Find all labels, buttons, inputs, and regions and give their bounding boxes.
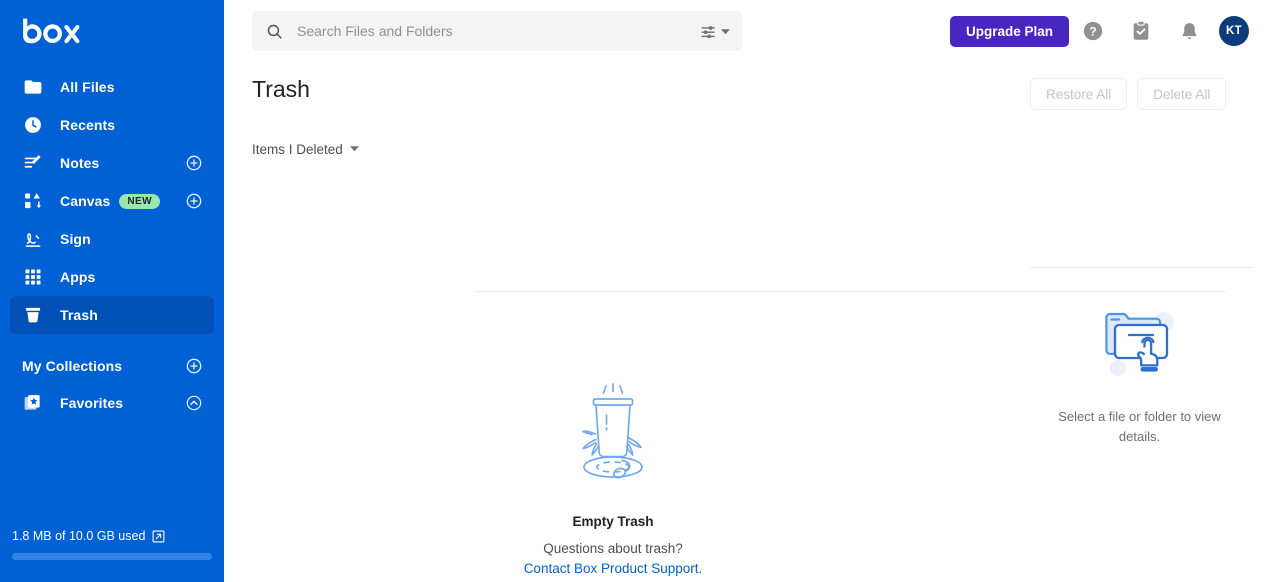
plus-circle-icon[interactable] (186, 155, 202, 171)
contact-support-link[interactable]: Contact Box Product Support (524, 561, 699, 576)
page-title: Trash (252, 76, 310, 102)
apps-grid-icon (22, 266, 44, 288)
caret-down-icon (721, 28, 730, 34)
search-icon (266, 23, 283, 40)
empty-state-question: Questions about trash? (543, 541, 683, 556)
sidebar-section-my-collections[interactable]: My Collections (10, 348, 214, 384)
delete-all-button[interactable]: Delete All (1137, 78, 1227, 110)
box-logo[interactable] (0, 0, 224, 62)
restore-all-button[interactable]: Restore All (1030, 78, 1128, 110)
search-filter-button[interactable] (700, 23, 730, 40)
avatar[interactable]: KT (1219, 16, 1249, 46)
sidebar: All Files Recents Notes Canvas NEW Sign … (0, 0, 224, 582)
sidebar-item-label: Sign (60, 231, 91, 247)
upgrade-plan-button[interactable]: Upgrade Plan (949, 15, 1069, 47)
caret-down-icon (349, 140, 359, 158)
svg-text:?: ? (1089, 25, 1096, 39)
empty-trash-can-illustration (568, 382, 658, 492)
clock-icon (22, 114, 44, 136)
bell-icon[interactable] (1165, 7, 1213, 55)
sidebar-nav: All Files Recents Notes Canvas NEW Sign … (0, 68, 224, 422)
sidebar-item-favorites[interactable]: Favorites (10, 384, 214, 422)
sidebar-item-trash[interactable]: Trash (10, 296, 214, 334)
storage-row: 1.8 MB of 10.0 GB used (12, 529, 212, 543)
sidebar-item-apps[interactable]: Apps (10, 258, 214, 296)
sign-icon (22, 228, 44, 250)
sidebar-item-sign[interactable]: Sign (10, 220, 214, 258)
notes-icon (22, 152, 44, 174)
link-suffix: . (698, 561, 703, 576)
empty-state-title: Empty Trash (572, 514, 654, 529)
favorites-icon (22, 392, 44, 414)
folder-icon (22, 76, 44, 98)
sidebar-item-canvas[interactable]: Canvas NEW (10, 182, 214, 220)
sidebar-item-label: Canvas (60, 193, 111, 209)
sidebar-item-label: Favorites (60, 395, 124, 411)
header-actions: Upgrade Plan ? KT (949, 7, 1257, 55)
sidebar-item-all-files[interactable]: All Files (10, 68, 214, 106)
empty-state-link-line: Contact Box Product Support. (524, 561, 703, 576)
canvas-icon (22, 190, 44, 212)
plus-circle-icon[interactable] (186, 193, 202, 209)
box-logo-icon (23, 18, 80, 44)
sidebar-item-label: Trash (60, 307, 98, 323)
plus-circle-icon[interactable] (186, 358, 202, 374)
sliders-icon (701, 25, 715, 38)
sidebar-item-notes[interactable]: Notes (10, 144, 214, 182)
empty-trash-state: Empty Trash Questions about trash? Conta… (224, 382, 1002, 576)
sidebar-section-label: My Collections (22, 358, 123, 374)
content-row: Trash Items I Deleted Empty Trash Questi… (224, 62, 1277, 582)
panel-divider (1030, 267, 1253, 268)
search-input[interactable] (297, 23, 700, 39)
external-link-icon[interactable] (152, 530, 165, 543)
trash-content: Trash Items I Deleted Empty Trash Questi… (224, 62, 1226, 582)
storage-indicator[interactable]: 1.8 MB of 10.0 GB used (0, 529, 224, 560)
sidebar-item-label: Apps (60, 269, 96, 285)
sidebar-item-recents[interactable]: Recents (10, 106, 214, 144)
panel-empty-state: Select a file or folder to view details. (1002, 302, 1277, 446)
panel-empty-text: Select a file or folder to view details. (1058, 409, 1221, 444)
box-app-window: All Files Recents Notes Canvas NEW Sign … (0, 0, 1277, 582)
sidebar-item-label: All Files (60, 79, 115, 95)
trash-icon (22, 304, 44, 326)
clipboard-check-icon[interactable] (1117, 7, 1165, 55)
folder-select-illustration (1094, 302, 1186, 387)
search-bar[interactable] (252, 11, 742, 51)
items-filter-dropdown[interactable]: Items I Deleted (252, 140, 974, 158)
storage-progress-bar[interactable] (12, 553, 212, 560)
panel-action-buttons: Restore All Delete All (1002, 62, 1277, 110)
chevron-up-circle-icon[interactable] (186, 395, 202, 411)
items-filter-label: Items I Deleted (252, 141, 343, 157)
top-header: Upgrade Plan ? (224, 0, 1277, 62)
help-icon[interactable]: ? (1069, 7, 1117, 55)
new-badge: NEW (119, 193, 160, 209)
details-panel: Restore All Delete All Select a file or … (1002, 62, 1277, 582)
sidebar-item-label: Notes (60, 155, 100, 171)
sidebar-item-label: Recents (60, 117, 116, 133)
storage-label: 1.8 MB of 10.0 GB used (12, 529, 146, 543)
main-area: Upgrade Plan ? (224, 0, 1277, 582)
